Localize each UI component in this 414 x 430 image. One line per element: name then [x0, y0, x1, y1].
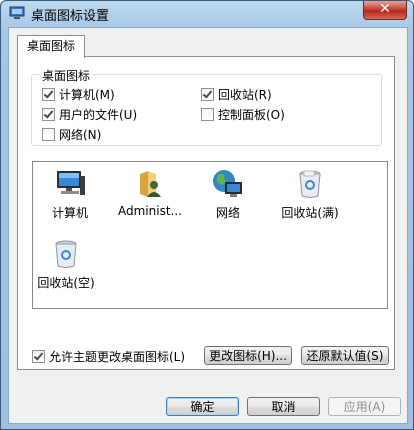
apply-button[interactable]: 应用(A)	[328, 397, 401, 416]
cancel-button[interactable]: 取消	[247, 397, 320, 416]
checkbox-box[interactable]	[201, 88, 214, 101]
recycle-bin-full-icon	[299, 170, 321, 198]
checkbox-box[interactable]	[32, 350, 45, 363]
change-icon-button[interactable]: 更改图标(H)...	[204, 346, 292, 365]
ok-button[interactable]: 确定	[166, 397, 239, 416]
checkbox-label: 计算机(M)	[59, 88, 115, 102]
list-item-recycle-bin-empty[interactable]: 回收站(空)	[31, 238, 101, 291]
list-item-user-files[interactable]: Administ...	[115, 168, 185, 218]
tab-panel: 桌面图标 计算机(M) 回收站(R) 用户的文件(U) 控制面板(O) 网络(N…	[17, 56, 395, 370]
desktop-icon-list[interactable]: 计算机 Administ... 网络 回收站(满) 回收站(空)	[32, 161, 388, 309]
computer-icon	[57, 171, 85, 195]
checkbox-network[interactable]: 网络(N)	[42, 126, 101, 143]
checkbox-computer[interactable]: 计算机(M)	[42, 86, 115, 103]
user-folder-icon	[140, 171, 161, 197]
checkbox-recycle-bin[interactable]: 回收站(R)	[201, 86, 272, 103]
close-icon: ✕	[379, 1, 391, 17]
desktop-icons-group: 桌面图标 计算机(M) 回收站(R) 用户的文件(U) 控制面板(O) 网络(N…	[31, 67, 382, 146]
desktop-settings-icon	[9, 6, 25, 19]
list-item-computer[interactable]: 计算机	[35, 168, 105, 221]
checkbox-label: 网络(N)	[59, 128, 102, 142]
icon-label: 回收站(空)	[37, 276, 95, 290]
checkbox-box[interactable]	[201, 108, 214, 121]
title-bar[interactable]: 桌面图标设置 ✕	[1, 1, 413, 25]
checkbox-label: 回收站(R)	[218, 88, 272, 102]
checkbox-control-panel[interactable]: 控制面板(O)	[201, 106, 285, 123]
checkbox-box[interactable]	[42, 88, 55, 101]
list-item-recycle-bin-full[interactable]: 回收站(满)	[267, 168, 353, 221]
icon-label: Administ...	[118, 204, 182, 218]
tab-desktop-icons[interactable]: 桌面图标	[17, 35, 85, 58]
checkbox-label: 允许主题更改桌面图标(L)	[49, 350, 186, 364]
checkbox-user-files[interactable]: 用户的文件(U)	[42, 106, 137, 123]
dialog-client-area: 桌面图标 桌面图标 计算机(M) 回收站(R) 用户的文件(U) 控制面板(O)…	[8, 27, 408, 424]
window-title: 桌面图标设置	[31, 9, 110, 24]
list-item-network[interactable]: 网络	[193, 168, 263, 221]
icon-label: 网络	[215, 206, 240, 220]
checkbox-box[interactable]	[42, 128, 55, 141]
checkbox-box[interactable]	[42, 108, 55, 121]
icon-label: 计算机	[51, 206, 88, 220]
checkbox-label: 用户的文件(U)	[59, 108, 138, 122]
dialog-window: 桌面图标设置 ✕ 桌面图标 桌面图标 计算机(M) 回收站(R) 用户的文件(U…	[0, 0, 414, 430]
group-legend: 桌面图标	[40, 67, 93, 84]
icon-label: 回收站(满)	[281, 206, 339, 220]
restore-default-button[interactable]: 还原默认值(S)	[301, 346, 389, 365]
close-button[interactable]: ✕	[363, 1, 407, 20]
checkbox-allow-theme-change[interactable]: 允许主题更改桌面图标(L)	[32, 348, 185, 365]
network-globe-icon	[213, 170, 242, 197]
recycle-bin-empty-icon	[55, 240, 77, 268]
checkbox-label: 控制面板(O)	[218, 108, 285, 122]
